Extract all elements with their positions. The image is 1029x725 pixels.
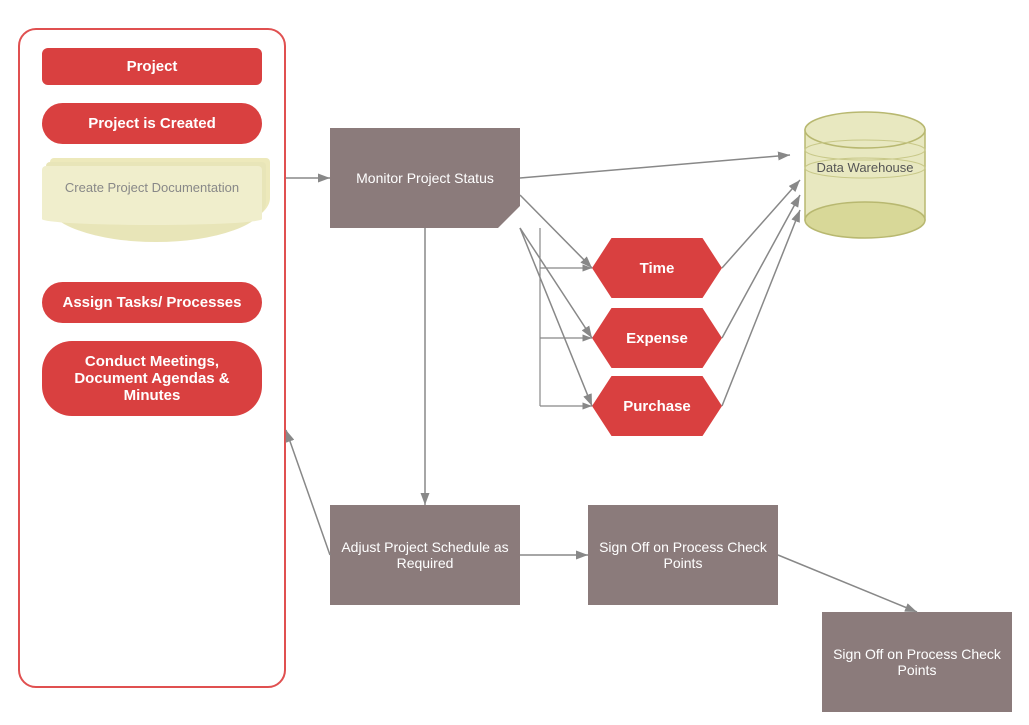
data-warehouse-cylinder: Data Warehouse — [790, 100, 940, 240]
time-hexagon: Time — [592, 238, 722, 298]
adjust-schedule-box: Adjust Project Schedule as Required — [330, 505, 520, 605]
assign-tasks-box: Assign Tasks/ Processes — [42, 282, 262, 323]
time-label: Time — [640, 260, 675, 277]
purchase-hexagon: Purchase — [592, 376, 722, 436]
project-title-box: Project — [42, 48, 262, 85]
create-docs-box: Create Project Documentation — [42, 166, 262, 256]
diagram-canvas: Project Project is Created Create Projec… — [0, 0, 1029, 725]
sign-off-1-box: Sign Off on Process Check Points — [588, 505, 778, 605]
data-warehouse-label: Data Warehouse — [790, 160, 940, 175]
adjust-schedule-label: Adjust Project Schedule as Required — [340, 539, 510, 571]
expense-label: Expense — [626, 330, 688, 347]
sign-off-1-label: Sign Off on Process Check Points — [598, 539, 768, 571]
left-panel: Project Project is Created Create Projec… — [18, 28, 286, 688]
monitor-project-label: Monitor Project Status — [356, 170, 494, 186]
conduct-meetings-box: Conduct Meetings, Document Agendas & Min… — [42, 341, 262, 416]
monitor-project-box: Monitor Project Status — [330, 128, 520, 228]
create-docs-label: Create Project Documentation — [42, 166, 262, 215]
project-created-box: Project is Created — [42, 103, 262, 144]
sign-off-2-box: Sign Off on Process Check Points — [822, 612, 1012, 712]
purchase-label: Purchase — [623, 398, 691, 415]
expense-hexagon: Expense — [592, 308, 722, 368]
sign-off-2-label: Sign Off on Process Check Points — [832, 646, 1002, 678]
